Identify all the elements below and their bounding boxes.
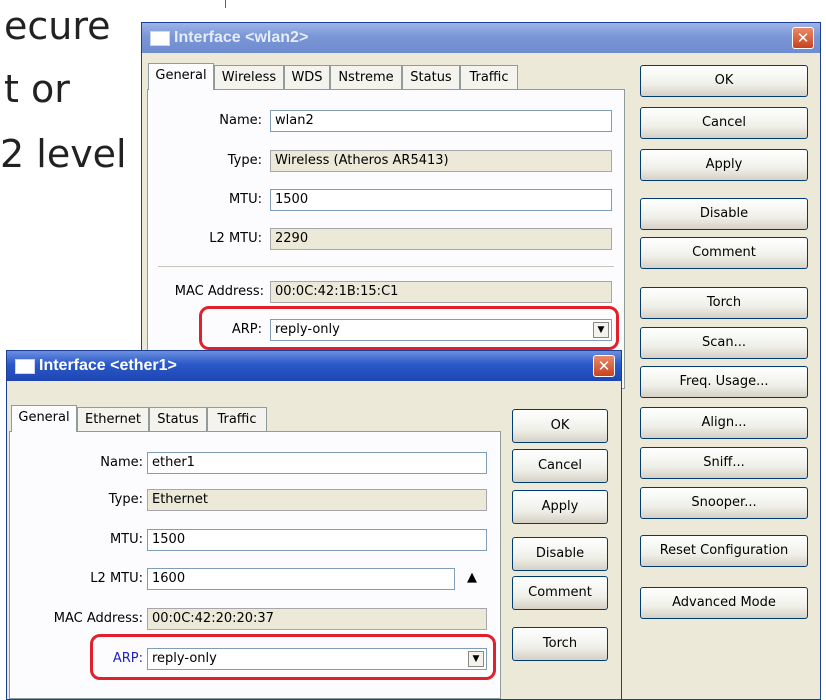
mtu-label: MTU: [228,192,262,207]
tab-general[interactable]: General [148,63,214,90]
name-field[interactable]: wlan2 [270,110,612,132]
sniff-button[interactable]: Sniff... [640,447,808,479]
type-field: Wireless (Atheros AR5413) [270,150,612,172]
mac-address-field: 00:0C:42:1B:15:C1 [270,281,612,303]
tab-traffic[interactable]: Traffic [460,65,518,89]
cancel-button[interactable]: Cancel [640,107,808,139]
l2mtu-field: 2290 [270,228,612,250]
wlan2-tab-bar: General Wireless WDS Nstreme Status Traf… [148,63,618,90]
tab-ethernet[interactable]: Ethernet [77,407,149,431]
type-label: Type: [108,492,143,507]
separator [158,266,614,267]
snooper-button[interactable]: Snooper... [640,487,808,519]
freq-usage-button[interactable]: Freq. Usage... [640,366,808,398]
align-button[interactable]: Align... [640,407,808,439]
dropdown-icon[interactable]: ▼ [468,651,484,667]
torch-button[interactable]: Torch [640,287,808,319]
ether1-titlebar[interactable]: Interface <ether1> ✕ [7,351,621,381]
disable-button[interactable]: Disable [640,198,808,230]
mtu-field[interactable]: 1500 [147,529,487,551]
arp-label: ARP: [112,651,143,666]
l2mtu-label: L2 MTU: [209,231,262,246]
dropdown-icon[interactable]: ▼ [593,322,609,338]
wlan2-window-title: Interface <wlan2> [174,29,309,46]
ok-button[interactable]: OK [512,409,608,443]
name-label: Name: [100,455,143,470]
tab-nstreme[interactable]: Nstreme [330,65,402,89]
disable-button[interactable]: Disable [512,537,608,571]
ether1-close-button[interactable]: ✕ [593,355,615,377]
window-icon [15,359,35,374]
window-icon [150,31,170,46]
ether1-tab-bar: General Ethernet Status Traffic [11,405,331,432]
reset-configuration-button[interactable]: Reset Configuration [640,535,808,567]
apply-button[interactable]: Apply [512,490,608,524]
tab-wds[interactable]: WDS [284,65,330,89]
comment-button[interactable]: Comment [512,576,608,610]
apply-button[interactable]: Apply [640,149,808,181]
cancel-button[interactable]: Cancel [512,449,608,483]
arp-value: reply-only [275,322,340,337]
slide-divider-line [225,0,226,8]
mtu-label: MTU: [109,532,143,547]
advanced-mode-button[interactable]: Advanced Mode [640,587,808,619]
mtu-field[interactable]: 1500 [270,189,612,211]
scan-button[interactable]: Scan... [640,327,808,359]
wlan2-close-button[interactable]: ✕ [792,27,814,49]
slide-text-line-1: ecure [4,4,111,48]
name-field[interactable]: ether1 [147,452,487,474]
tab-general[interactable]: General [11,405,77,432]
arp-select[interactable]: reply-only ▼ [147,648,487,670]
l2mtu-label: L2 MTU: [90,571,143,586]
arp-label: ARP: [231,322,262,337]
close-icon: ✕ [597,357,611,375]
type-label: Type: [227,153,262,168]
ether1-interface-window: Interface <ether1> ✕ General Ethernet St… [6,350,622,700]
type-field: Ethernet [147,489,487,511]
tab-traffic[interactable]: Traffic [207,407,267,431]
slide-text-line-3: 2 level [0,132,127,176]
torch-button[interactable]: Torch [512,627,608,661]
arp-value: reply-only [152,651,217,666]
name-label: Name: [219,113,262,128]
ok-button[interactable]: OK [640,65,808,97]
ether1-window-title: Interface <ether1> [39,357,177,374]
arp-select[interactable]: reply-only ▼ [270,319,612,341]
tab-status[interactable]: Status [149,407,207,431]
collapse-up-icon[interactable]: ▲ [467,570,477,585]
comment-button[interactable]: Comment [640,237,808,269]
l2mtu-field[interactable]: 1600 [147,568,455,590]
mac-address-field: 00:0C:42:20:20:37 [147,608,487,630]
mac-address-label: MAC Address: [53,611,143,626]
tab-wireless[interactable]: Wireless [214,65,284,89]
close-icon: ✕ [796,29,810,47]
slide-text-line-2: t or [4,67,70,111]
mac-address-label: MAC Address: [174,284,264,299]
wlan2-titlebar[interactable]: Interface <wlan2> ✕ [142,23,820,53]
tab-status[interactable]: Status [402,65,460,89]
